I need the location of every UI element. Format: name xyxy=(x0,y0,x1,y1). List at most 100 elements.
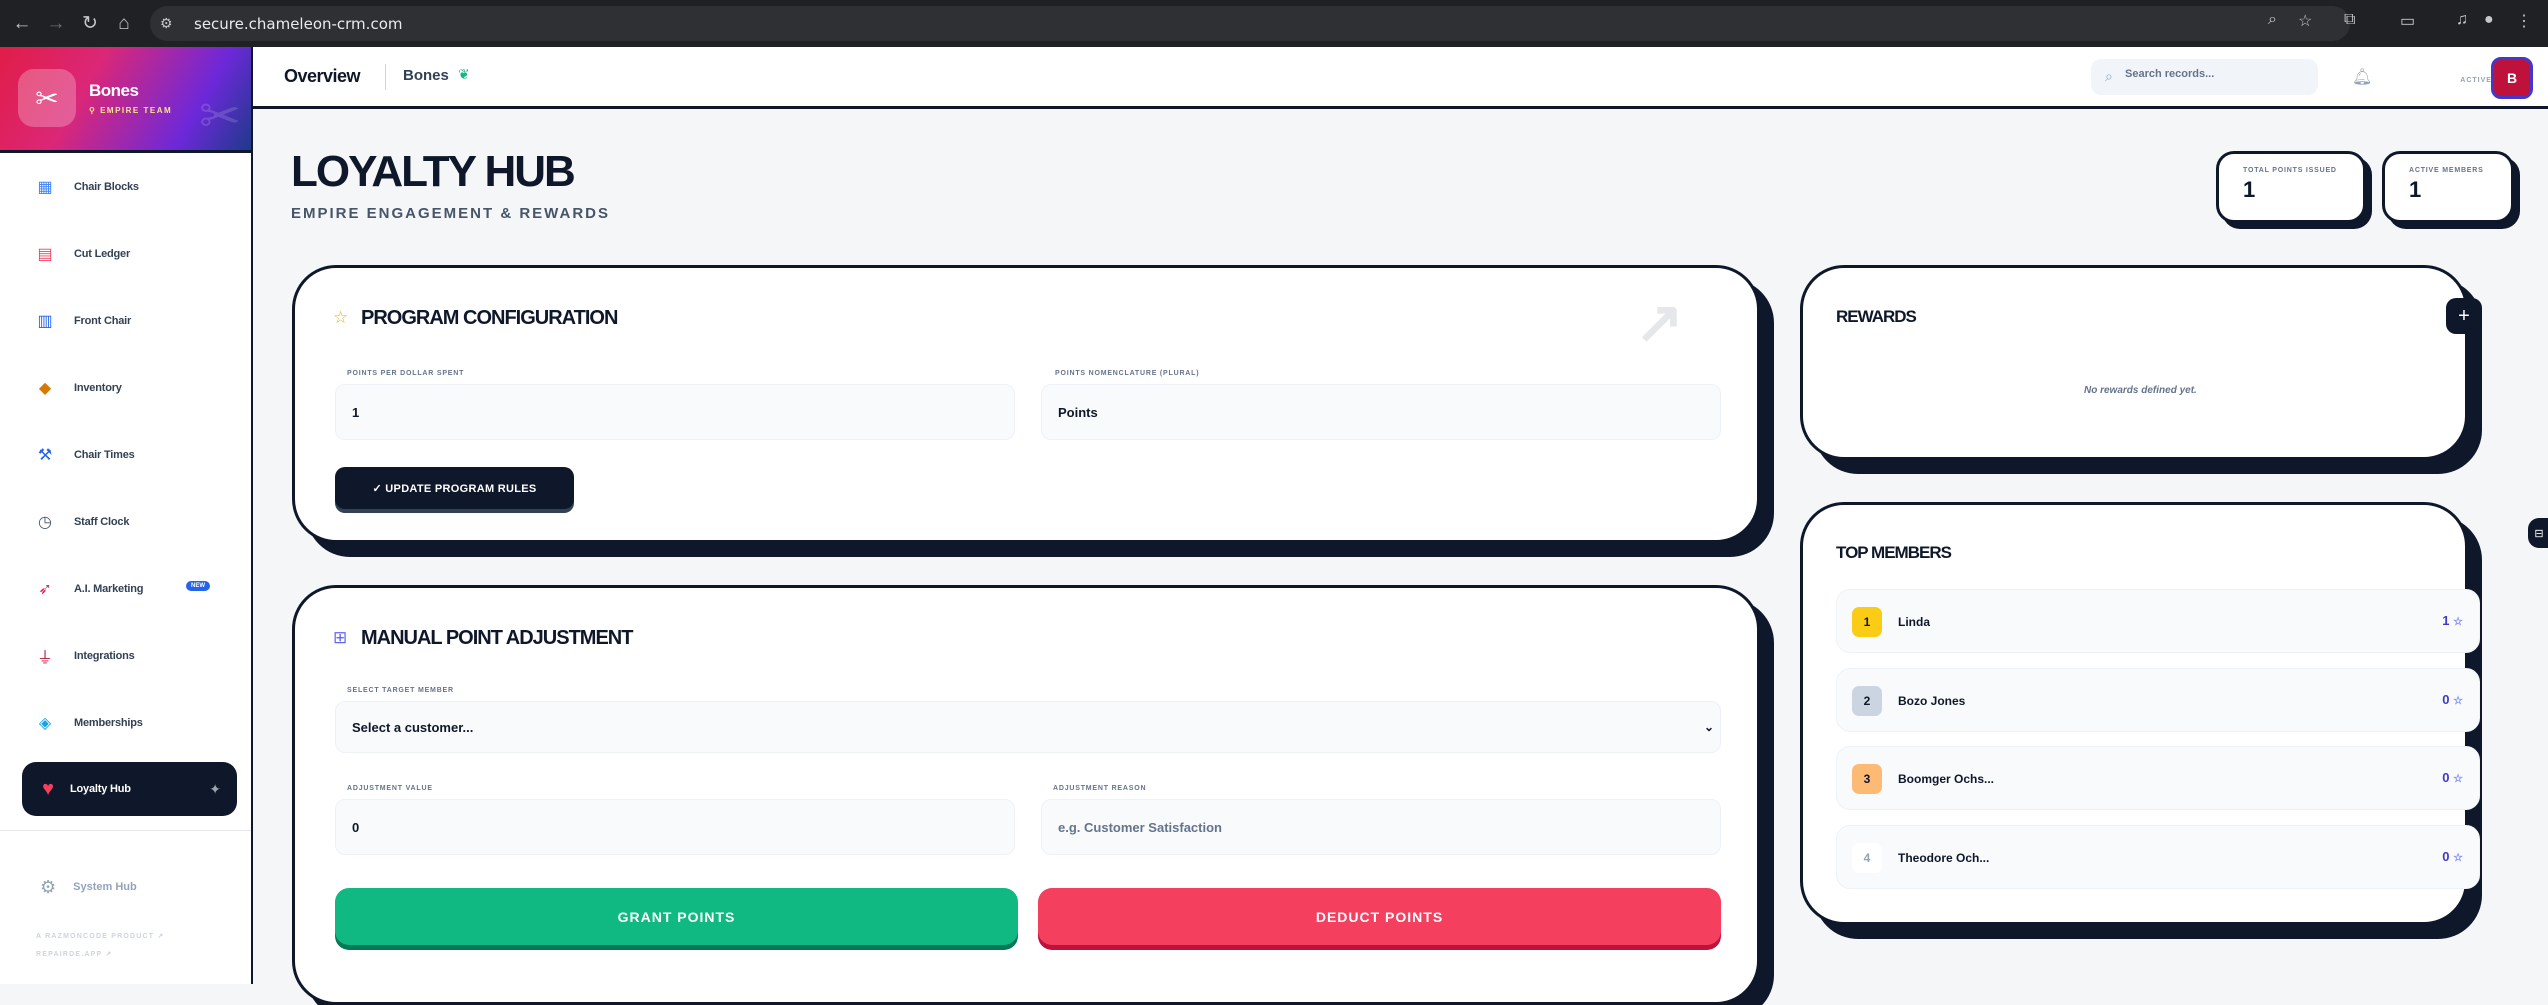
stat-label: TOTAL POINTS ISSUED xyxy=(2243,167,2337,174)
sidebar-item-inventory[interactable]: ◆ Inventory xyxy=(0,354,251,421)
star-icon: ☆ xyxy=(333,308,349,327)
notification-bell-icon[interactable]: 🔔︎ xyxy=(2352,67,2372,87)
stat-active-members: ACTIVE MEMBERS 1 xyxy=(2382,151,2514,223)
menu-icon[interactable]: ⋮ xyxy=(2516,11,2532,31)
clock-icon: ◷ xyxy=(38,513,52,531)
media-icon[interactable]: ♫ xyxy=(2456,11,2468,29)
points-nomenclature-input[interactable]: Points xyxy=(1041,384,1721,440)
update-program-rules-button[interactable]: ✓ UPDATE PROGRAM RULES xyxy=(335,467,574,509)
sidebar-item-memberships[interactable]: ◈ Memberships xyxy=(0,689,251,756)
star-icon: ☆ xyxy=(2453,773,2463,785)
deduct-points-button[interactable]: DEDUCT POINTS xyxy=(1038,888,1721,945)
profile-icon[interactable]: ● xyxy=(2484,11,2494,29)
sidebar-item-cut-ledger[interactable]: ▤ Cut Ledger xyxy=(0,220,251,287)
sidebar-item-integrations[interactable]: ⏚ Integrations xyxy=(0,622,251,689)
back-icon[interactable]: ← xyxy=(10,12,34,36)
list-item[interactable]: 4 Theodore Och... 0 ☆ xyxy=(1836,825,2480,889)
browser-toolbar: ← → ↻ ⌂ ⚙ secure.chameleon-crm.com ⌕ ☆ ⧉… xyxy=(0,0,2548,47)
book-icon: ▥ xyxy=(37,312,53,330)
adjustment-reason-input[interactable]: e.g. Customer Satisfaction xyxy=(1041,799,1721,855)
sidebar-item-front-chair[interactable]: ▥ Front Chair xyxy=(0,287,251,354)
rank-badge: 4 xyxy=(1852,843,1882,873)
app-root: ✂ Bones ⚲ EMPIRE TEAM ✂ ▦ Chair Blocks ▤… xyxy=(0,47,2548,1005)
star-icon: ☆ xyxy=(2453,695,2463,707)
barber-pole-icon: ✂ xyxy=(18,69,76,127)
calendar-icon: ▦ xyxy=(37,178,53,196)
rank-badge: 1 xyxy=(1852,607,1882,637)
field-label: POINTS NOMENCLATURE (PLURAL) xyxy=(1055,370,1200,377)
sidebar-item-system-hub[interactable]: ⚙ System Hub xyxy=(0,858,251,916)
sidebar-item-loyalty-hub[interactable]: ♥ Loyalty Hub ✦ xyxy=(22,762,237,816)
leaf-icon: ❦ xyxy=(458,66,470,82)
avatar[interactable]: B xyxy=(2491,57,2533,99)
rocket-icon: ➶ xyxy=(38,580,52,598)
brand-team: ⚲ EMPIRE TEAM xyxy=(89,106,173,115)
target-member-select[interactable]: Select a customer... ⌄ xyxy=(335,701,1721,753)
brand-name: Bones xyxy=(89,81,139,100)
sidebar: ✂ Bones ⚲ EMPIRE TEAM ✂ ▦ Chair Blocks ▤… xyxy=(0,47,253,984)
member-points: 0 ☆ xyxy=(2442,770,2463,785)
sidebar-item-chair-times[interactable]: ⚒ Chair Times xyxy=(0,421,251,488)
search-icon: ⌕ xyxy=(2105,68,2113,84)
sidebar-item-label: Chair Times xyxy=(74,448,135,461)
address-bar[interactable]: ⚙ secure.chameleon-crm.com xyxy=(150,6,2350,41)
side-toggle-icon[interactable]: ⊟ xyxy=(2528,518,2548,548)
sidebar-nav: ▦ Chair Blocks ▤ Cut Ledger ▥ Front Chai… xyxy=(0,153,251,816)
forward-icon[interactable]: → xyxy=(44,12,68,36)
program-config-card: ☆ PROGRAM CONFIGURATION ↗ POINTS PER DOL… xyxy=(292,265,1760,543)
top-members-card: TOP MEMBERS 1 Linda 1 ☆ 2 Bozo Jones 0 ☆… xyxy=(1800,502,2480,925)
main-content: LOYALTY HUB EMPIRE ENGAGEMENT & REWARDS … xyxy=(253,109,2548,1005)
top-bar: Overview Bones ❦ ⌕ 🔔︎ Admin ACTIVE SESSI… xyxy=(253,47,2548,109)
stat-value: 1 xyxy=(2409,177,2422,202)
sidepanel-icon[interactable]: ▭ xyxy=(2400,11,2415,31)
card-title: PROGRAM CONFIGURATION xyxy=(361,307,618,329)
reload-icon[interactable]: ↻ xyxy=(78,12,102,36)
sidebar-item-ai-marketing[interactable]: ➶ A.I. Marketing NEW xyxy=(0,555,251,622)
sidebar-item-label: Chair Blocks xyxy=(74,180,139,193)
star-icon: ☆ xyxy=(2453,852,2463,864)
brand-decoration-icon: ✂ xyxy=(199,88,241,144)
chevron-down-icon: ⌄ xyxy=(1703,720,1714,734)
extensions-icon[interactable]: ⧉ xyxy=(2344,11,2355,29)
sidebar-item-label: Integrations xyxy=(74,649,135,662)
sidebar-item-staff-clock[interactable]: ◷ Staff Clock xyxy=(0,488,251,555)
star-icon: ☆ xyxy=(2453,616,2463,628)
grant-points-button[interactable]: GRANT POINTS xyxy=(335,888,1018,945)
field-label: ADJUSTMENT REASON xyxy=(1053,785,1147,792)
home-icon[interactable]: ⌂ xyxy=(112,12,136,36)
card-title: REWARDS xyxy=(1836,307,1917,326)
bookmark-star-icon[interactable]: ☆ xyxy=(2298,11,2312,31)
footer-link-site[interactable]: REPAIRDE.APP ↗ xyxy=(36,946,251,964)
list-item[interactable]: 2 Bozo Jones 0 ☆ xyxy=(1836,668,2480,732)
empty-state-text: No rewards defined yet. xyxy=(2084,385,2197,396)
stat-label: ACTIVE MEMBERS xyxy=(2409,167,2484,174)
stat-value: 1 xyxy=(2243,177,2256,202)
field-label: ADJUSTMENT VALUE xyxy=(347,785,433,792)
member-name: Theodore Och... xyxy=(1898,851,1990,865)
gift-icon: ⊞ xyxy=(333,628,348,647)
site-info-icon[interactable]: ⚙ xyxy=(160,15,180,33)
zoom-icon[interactable]: ⌕ xyxy=(2268,11,2277,29)
member-name: Linda xyxy=(1898,615,1930,629)
plus-icon: + xyxy=(2458,304,2470,327)
sidebar-item-chair-blocks[interactable]: ▦ Chair Blocks xyxy=(0,153,251,220)
list-item[interactable]: 3 Boomger Ochs... 0 ☆ xyxy=(1836,746,2480,810)
gem-icon: ◈ xyxy=(38,714,52,732)
sidebar-item-label: Staff Clock xyxy=(74,515,130,528)
sidebar-item-label: Loyalty Hub xyxy=(70,783,131,795)
new-badge: NEW xyxy=(186,581,210,591)
brand-header[interactable]: ✂ Bones ⚲ EMPIRE TEAM ✂ xyxy=(0,47,251,153)
add-reward-button[interactable]: + xyxy=(2446,298,2482,334)
manual-adjustment-card: ⊞ MANUAL POINT ADJUSTMENT SELECT TARGET … xyxy=(292,585,1760,1005)
gear-icon: ⚙ xyxy=(40,876,57,897)
sidebar-item-label: A.I. Marketing xyxy=(74,582,144,595)
adjustment-value-input[interactable]: 0 xyxy=(335,799,1015,855)
footer-link-product[interactable]: A RAZMONCODE PRODUCT ↗ xyxy=(36,928,251,946)
heart-icon: ♥ xyxy=(42,777,54,800)
page-subtitle: EMPIRE ENGAGEMENT & REWARDS xyxy=(291,205,611,222)
search-input[interactable] xyxy=(2125,68,2305,80)
points-per-dollar-input[interactable]: 1 xyxy=(335,384,1015,440)
field-label: SELECT TARGET MEMBER xyxy=(347,687,454,694)
sidebar-footer: ⚙ System Hub A RAZMONCODE PRODUCT ↗ REPA… xyxy=(0,830,251,964)
list-item[interactable]: 1 Linda 1 ☆ xyxy=(1836,589,2480,653)
